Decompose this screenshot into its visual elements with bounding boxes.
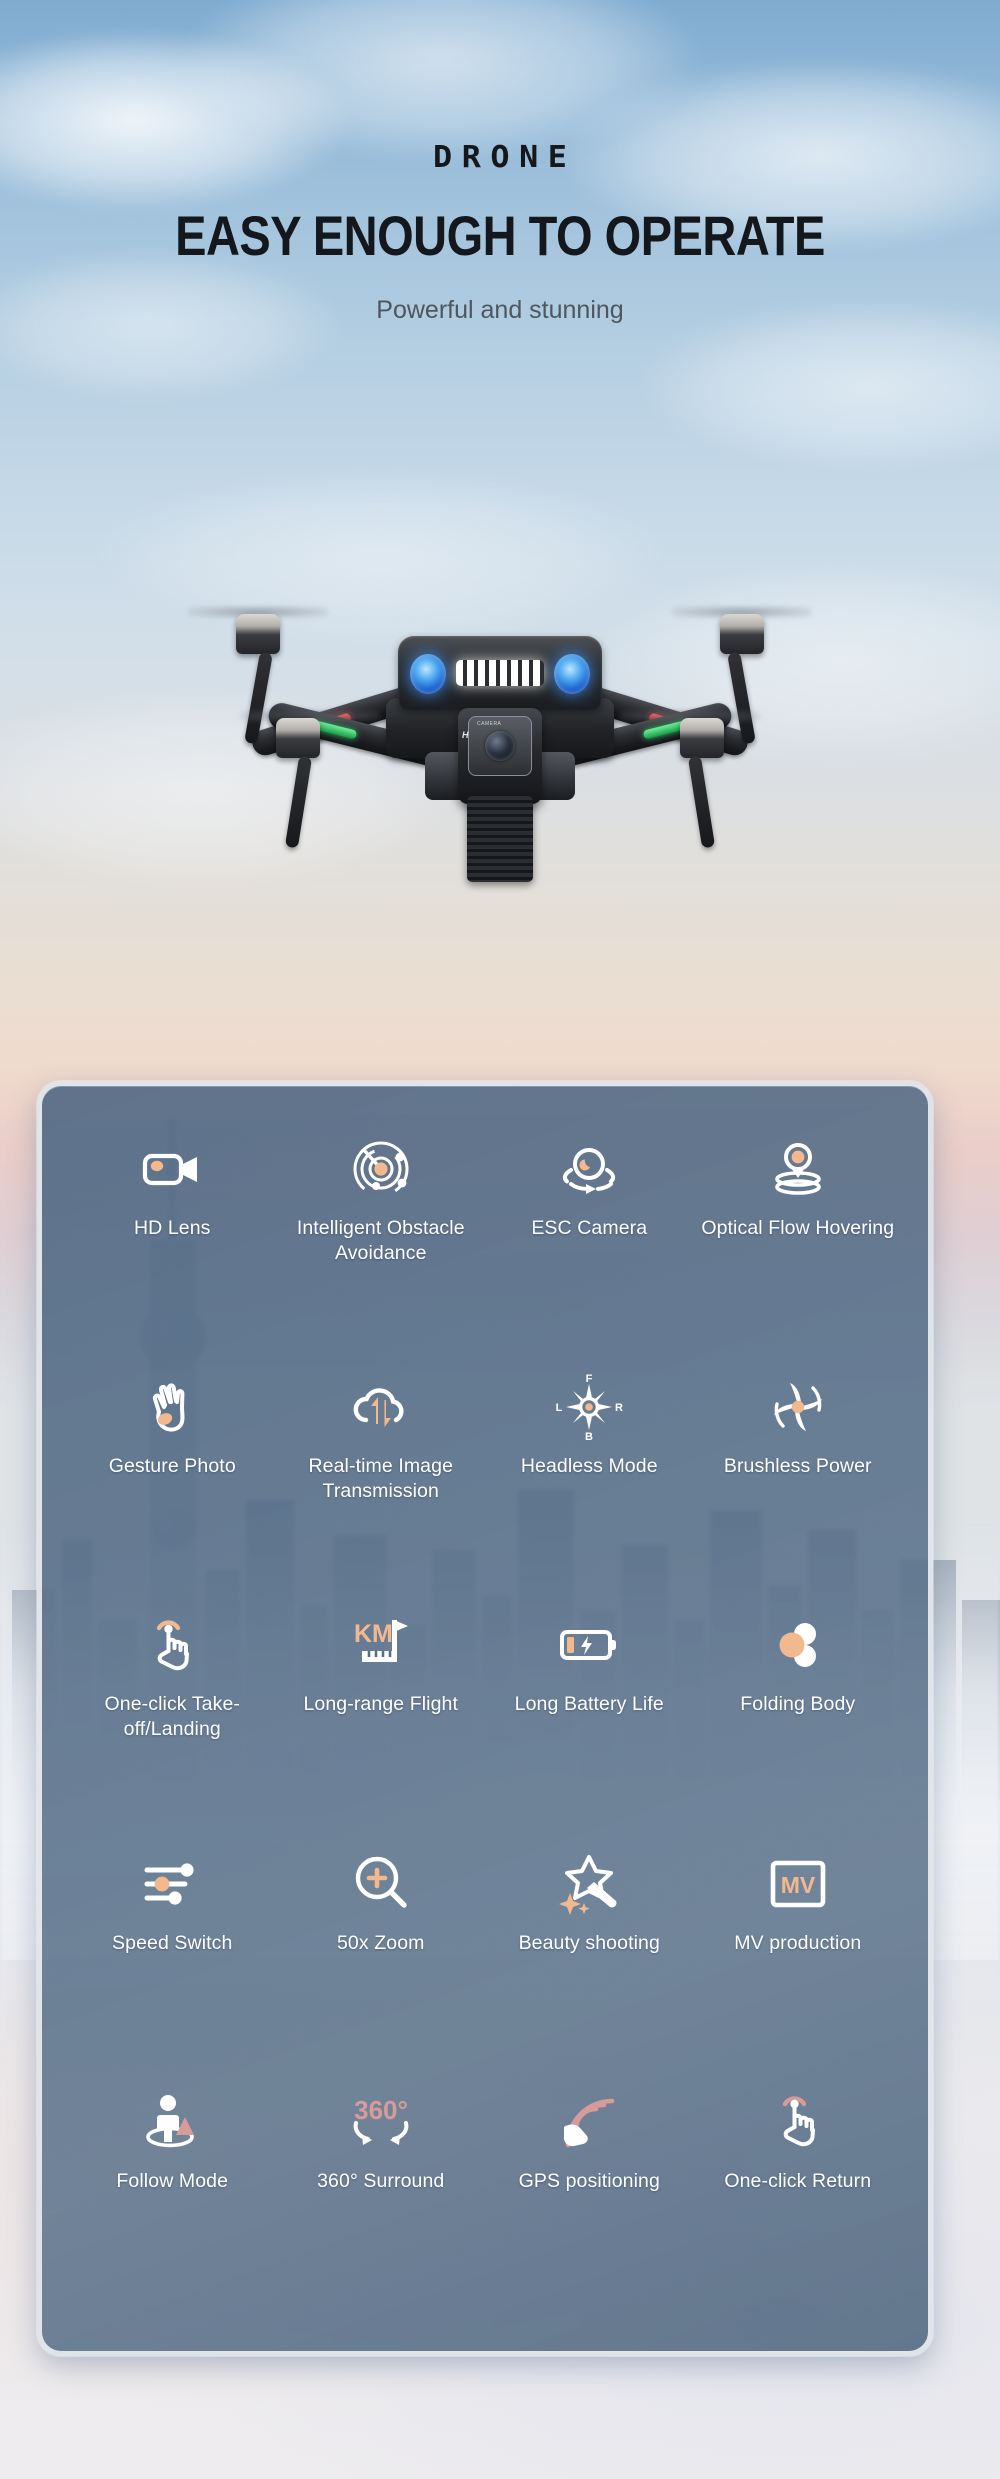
obstacle-avoidance-icon xyxy=(346,1134,416,1204)
feature-label: Brushless Power xyxy=(723,1455,872,1478)
feature-item-long-battery-life[interactable]: Long Battery Life xyxy=(485,1606,694,1844)
feature-label: Real-time Image Transmission xyxy=(308,1455,454,1503)
headlight-right xyxy=(554,654,590,694)
esc-camera-icon xyxy=(554,1134,624,1204)
feature-item-hd-lens[interactable]: HD Lens xyxy=(68,1130,277,1368)
optical-flow-hovering-icon xyxy=(763,1134,833,1204)
brushless-power-icon xyxy=(763,1372,833,1442)
feature-label: Gesture Photo xyxy=(108,1455,236,1478)
feature-label: Follow Mode xyxy=(116,2169,229,2192)
drone-illustration: CAMERA H xyxy=(188,600,812,930)
camera-plate: CAMERA xyxy=(468,716,532,776)
gesture-photo-icon xyxy=(137,1372,207,1442)
feature-label: Speed Switch xyxy=(112,1931,233,1954)
motor xyxy=(720,614,764,654)
beauty-shooting-icon xyxy=(554,1849,624,1919)
feature-label: Optical Flow Hovering xyxy=(701,1217,895,1239)
feature-label: HD Lens xyxy=(133,1217,211,1239)
headless-mode-icon: F B L R xyxy=(554,1372,624,1442)
feature-label: Long Battery Life xyxy=(514,1693,664,1716)
km-label: KM xyxy=(354,1620,393,1648)
feature-row: HD Lens Intelligent Obstacle Avoidance E… xyxy=(68,1130,902,1368)
long-battery-life-icon xyxy=(554,1610,624,1680)
one-click-return-icon xyxy=(763,2087,833,2157)
feature-label: Headless Mode xyxy=(520,1455,658,1478)
gps-positioning-icon xyxy=(554,2087,624,2157)
zoom-50x-icon xyxy=(346,1849,416,1919)
features-panel: HD Lens Intelligent Obstacle Avoidance E… xyxy=(37,1081,933,2356)
deg360-label: 360° xyxy=(354,2095,408,2125)
hd-lens-icon xyxy=(137,1134,207,1204)
feature-item-beauty-shooting[interactable]: Beauty shooting xyxy=(485,1845,694,2083)
page-subtitle: Powerful and stunning xyxy=(376,296,624,324)
feature-row: Follow Mode 360° 360° Surround GPS posit… xyxy=(68,2083,902,2321)
feature-row: One-click Take-off/Landing KM Long-range… xyxy=(68,1606,902,1844)
landing-leg xyxy=(687,755,716,849)
feature-item-folding-body[interactable]: Folding Body xyxy=(694,1606,903,1844)
feature-item-one-click-return[interactable]: One-click Return xyxy=(694,2083,903,2321)
feature-label: ESC Camera xyxy=(531,1217,648,1239)
feature-item-one-click-takeoff[interactable]: One-click Take-off/Landing xyxy=(68,1606,277,1844)
one-click-takeoff-icon xyxy=(137,1610,207,1680)
feature-item-360-surround[interactable]: 360° 360° Surround xyxy=(277,2083,486,2321)
feature-item-optical-flow[interactable]: Optical Flow Hovering xyxy=(694,1130,903,1368)
features-grid: HD Lens Intelligent Obstacle Avoidance E… xyxy=(42,1086,928,2351)
feature-item-image-transmission[interactable]: Real-time Image Transmission xyxy=(277,1368,486,1606)
feature-item-obstacle-avoidance[interactable]: Intelligent Obstacle Avoidance xyxy=(277,1130,486,1368)
drone-body: CAMERA H xyxy=(380,636,620,882)
feature-label: One-click Take-off/Landing xyxy=(104,1693,240,1741)
landing-leg xyxy=(284,755,313,849)
compass-back-label: B xyxy=(585,1431,593,1442)
feature-label: Long-range Flight xyxy=(303,1693,459,1716)
product-image: CAMERA H xyxy=(0,600,1000,1030)
compass-right-label: R xyxy=(615,1402,623,1414)
feature-item-esc-camera[interactable]: ESC Camera xyxy=(485,1130,694,1368)
feature-item-long-range-flight[interactable]: KM Long-range Flight xyxy=(277,1606,486,1844)
motor xyxy=(236,614,280,654)
feature-label: MV production xyxy=(734,1931,862,1954)
feature-label: 50x Zoom xyxy=(336,1931,425,1954)
led-light-bar xyxy=(456,660,544,686)
long-range-flight-icon: KM xyxy=(346,1610,416,1680)
feature-label: One-click Return xyxy=(724,2169,872,2192)
feature-item-brushless-power[interactable]: Brushless Power xyxy=(694,1368,903,1606)
drone-top-shell xyxy=(398,636,602,710)
compass-left-label: L xyxy=(556,1402,563,1414)
camera-badge: CAMERA xyxy=(477,721,502,727)
motor xyxy=(680,718,724,758)
camera-lens xyxy=(485,731,515,761)
feature-label: Folding Body xyxy=(740,1693,856,1716)
surround-360-icon: 360° xyxy=(346,2087,416,2157)
mv-production-icon: MV xyxy=(763,1849,833,1919)
headlight-left xyxy=(410,654,446,694)
feature-item-gps-positioning[interactable]: GPS positioning xyxy=(485,2083,694,2321)
feature-item-follow-mode[interactable]: Follow Mode xyxy=(68,2083,277,2321)
feature-item-mv-production[interactable]: MV MV production xyxy=(694,1845,903,2083)
speed-switch-icon xyxy=(137,1849,207,1919)
feature-label: Intelligent Obstacle Avoidance xyxy=(296,1217,465,1264)
feature-row: Speed Switch 50x Zoom Beauty shooting MV… xyxy=(68,1845,902,2083)
motor xyxy=(276,718,320,758)
image-transmission-icon xyxy=(346,1372,416,1442)
feature-row: Gesture Photo Real-time Image Transmissi… xyxy=(68,1368,902,1606)
feature-label: Beauty shooting xyxy=(518,1931,660,1954)
feature-label: 360° Surround xyxy=(317,2169,445,2192)
gimbal-camera: CAMERA H xyxy=(458,708,542,804)
feature-item-speed-switch[interactable]: Speed Switch xyxy=(68,1845,277,2083)
follow-mode-icon xyxy=(137,2087,207,2157)
header: DRONE EASY ENOUGH TO OPERATE Powerful an… xyxy=(0,0,1000,325)
folding-body-icon xyxy=(763,1610,833,1680)
cooling-vent xyxy=(467,796,533,882)
feature-label: GPS positioning xyxy=(518,2169,660,2192)
feature-item-headless-mode[interactable]: F B L R Headless Mode xyxy=(485,1368,694,1606)
brand-wordmark: DRONE xyxy=(433,140,577,175)
feature-item-50x-zoom[interactable]: 50x Zoom xyxy=(277,1845,486,2083)
brand-initial: H xyxy=(462,730,469,740)
feature-item-gesture-photo[interactable]: Gesture Photo xyxy=(68,1368,277,1606)
page-title: EASY ENOUGH TO OPERATE xyxy=(175,204,825,267)
mv-label: MV xyxy=(781,1872,816,1898)
compass-front-label: F xyxy=(586,1373,593,1385)
